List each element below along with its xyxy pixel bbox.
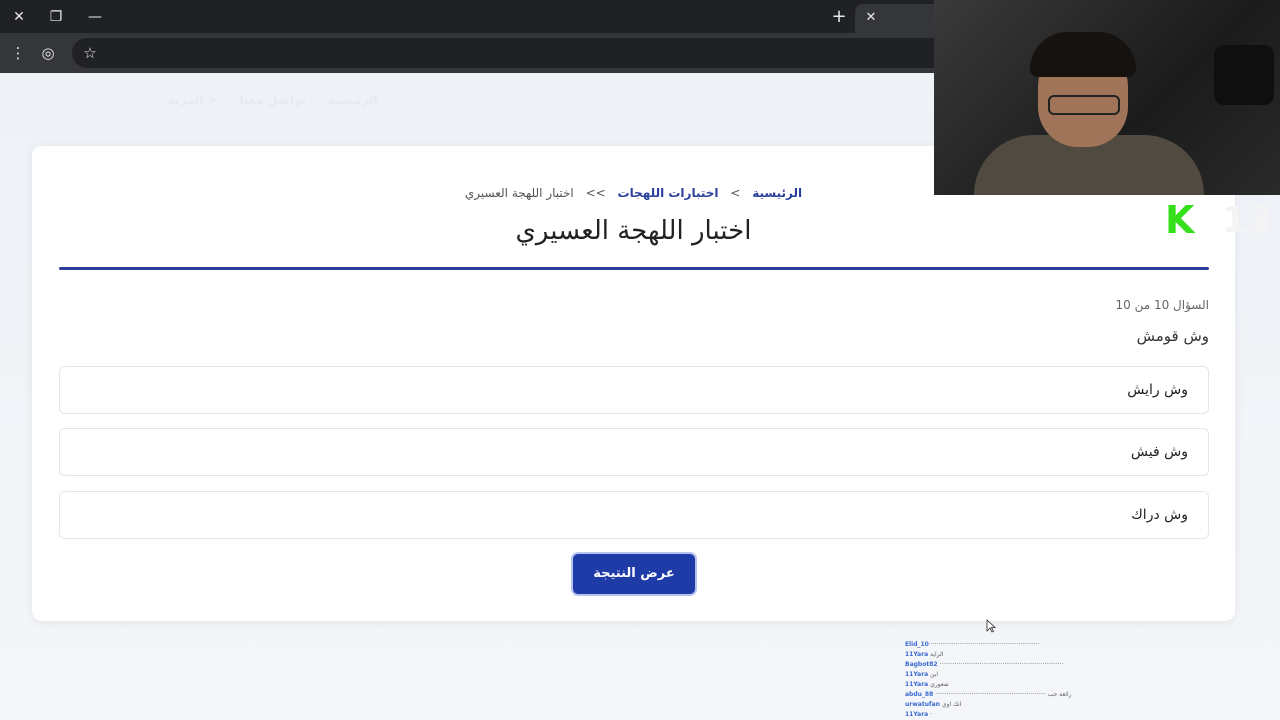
show-result-button[interactable]: عرض النتيجة xyxy=(571,552,697,596)
site-nav: الرئيسية تواصل معنا < المزيد xyxy=(150,93,378,107)
chat-username: urwatufan xyxy=(905,701,940,708)
new-tab-button[interactable]: + xyxy=(828,6,850,28)
chat-username: Elid_10 xyxy=(905,641,929,648)
breadcrumb-home-link[interactable]: الرئيسية xyxy=(752,186,802,200)
menu-icon[interactable]: ⋮ xyxy=(7,42,29,64)
chat-text: ········································… xyxy=(935,691,1072,698)
chat-username: 11Yara xyxy=(905,681,929,688)
chat-text: ········································… xyxy=(930,641,1040,648)
microphone-image xyxy=(1214,45,1274,105)
chat-text: · xyxy=(930,711,933,718)
nav-item-contact[interactable]: تواصل معنا xyxy=(240,93,306,107)
window-restore-icon[interactable]: ❐ xyxy=(44,6,68,28)
page-title: اختبار اللهجة العسيري xyxy=(515,216,752,246)
chat-username: abdu_88 xyxy=(905,691,934,698)
answer-option-label: وش فيش xyxy=(1130,444,1188,460)
chat-text: ········································… xyxy=(939,661,1064,668)
answer-option[interactable]: وش رايش xyxy=(59,366,1209,414)
mouse-cursor-icon xyxy=(986,619,996,633)
chat-text: شعوري xyxy=(930,681,949,688)
answer-option-label: وش دراك xyxy=(1131,507,1188,523)
title-divider xyxy=(59,267,1209,270)
question-progress: السؤال 10 من 10 xyxy=(1115,298,1209,312)
streamer-hair-image xyxy=(1030,32,1136,77)
chat-message: 11Yara اين xyxy=(905,670,1280,680)
glasses-image xyxy=(1048,95,1120,115)
window-close-icon[interactable]: ✕ xyxy=(7,6,31,28)
chat-message: Elid_10 ································… xyxy=(905,640,1280,650)
breadcrumb-section-link[interactable]: اختبارات اللهجات xyxy=(618,186,719,200)
answer-option[interactable]: وش دراك xyxy=(59,491,1209,539)
chat-username: 11Yara xyxy=(905,671,929,678)
chat-username: 11Yara xyxy=(905,651,929,658)
chat-text: انك اوي xyxy=(941,701,962,708)
webcam-overlay xyxy=(934,0,1280,195)
chat-message: 11Yara الراية xyxy=(905,650,1280,660)
chat-message: 11Yara شعوري xyxy=(905,680,1280,690)
chat-message: urwatufan انك اوي xyxy=(905,700,1280,710)
chat-message: abdu_88 ································… xyxy=(905,690,1280,700)
quiz-card: الرئيسية > اختبارات اللهجات >> اختبار ال… xyxy=(32,146,1235,621)
chat-text: الراية xyxy=(930,651,944,658)
answer-option-label: وش رايش xyxy=(1127,382,1188,398)
nav-item-home[interactable]: الرئيسية xyxy=(328,93,378,107)
chat-username: 11Yara xyxy=(905,711,929,718)
viewer-count: 13 xyxy=(1222,200,1273,241)
question-text: وش قومش xyxy=(1136,327,1209,345)
kick-logo-icon: K xyxy=(1165,198,1195,242)
profile-icon[interactable]: ◎ xyxy=(37,42,59,64)
nav-item-more[interactable]: < المزيد xyxy=(168,93,218,107)
window-minimize-icon[interactable]: — xyxy=(83,6,107,28)
breadcrumb-separator: >> xyxy=(585,186,606,200)
answer-option[interactable]: وش فيش xyxy=(59,428,1209,476)
breadcrumb-current: اختبار اللهجة العسيري xyxy=(464,186,574,200)
chat-message: Bagbot82 ·······························… xyxy=(905,660,1280,670)
chat-text: اين xyxy=(930,671,939,678)
tab-close-icon[interactable]: ✕ xyxy=(861,8,881,28)
stream-chat: Elid_10 ································… xyxy=(905,640,1280,720)
chat-username: Bagbot82 xyxy=(905,661,938,668)
chat-message: 11Yara · xyxy=(905,710,1280,720)
breadcrumb-separator: > xyxy=(730,186,741,200)
address-bar[interactable]: ☆ xyxy=(72,38,952,68)
bookmark-star-icon[interactable]: ☆ xyxy=(79,42,101,64)
